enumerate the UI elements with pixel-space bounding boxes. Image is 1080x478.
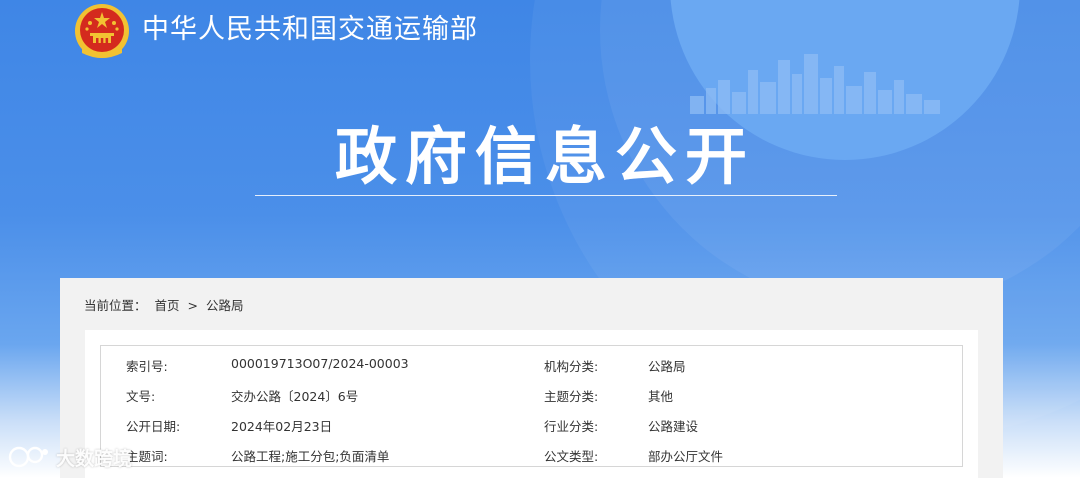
content-panel: 当前位置： 首页 > 公路局 索引号: 000019713O07/2024-00… — [60, 278, 1003, 478]
metadata-label: 机构分类: — [544, 359, 599, 374]
breadcrumb-current-link[interactable]: 公路局 — [206, 298, 244, 313]
metadata-row: 主题词: 公路工程;施工分包;负面清单 公文类型: 部办公厅文件 — [101, 442, 962, 466]
breadcrumb: 当前位置： 首页 > 公路局 — [84, 295, 247, 314]
metadata-value: 000019713O07/2024-00003 — [231, 356, 409, 371]
breadcrumb-label: 当前位置： — [84, 298, 147, 313]
ministry-name: 中华人民共和国交通运输部 — [142, 14, 478, 45]
chat-bubble-icon — [8, 446, 48, 468]
metadata-row: 文号: 交办公路〔2024〕6号 主题分类: 其他 — [101, 382, 962, 406]
watermark: 大数跨境 — [8, 441, 132, 473]
metadata-value: 公路建设 — [648, 419, 699, 434]
metadata-value: 其他 — [648, 389, 674, 404]
metadata-value: 2024年02月23日 — [231, 419, 333, 434]
watermark-text: 大数跨境 — [56, 447, 133, 470]
metadata-label: 主题词: — [126, 449, 168, 464]
metadata-row: 索引号: 000019713O07/2024-00003 机构分类: 公路局 — [101, 352, 962, 376]
title-divider — [255, 195, 837, 196]
breadcrumb-separator: > — [187, 298, 198, 313]
metadata-label: 公文类型: — [544, 449, 599, 464]
metadata-value: 交办公路〔2024〕6号 — [231, 389, 359, 404]
metadata-value: 公路工程;施工分包;负面清单 — [231, 449, 390, 464]
metadata-table: 索引号: 000019713O07/2024-00003 机构分类: 公路局 文… — [100, 345, 963, 467]
metadata-label: 公开日期: — [126, 419, 181, 434]
metadata-label: 主题分类: — [544, 389, 599, 404]
metadata-label: 行业分类: — [544, 419, 599, 434]
document-card: 索引号: 000019713O07/2024-00003 机构分类: 公路局 文… — [85, 330, 978, 478]
metadata-row: 公开日期: 2024年02月23日 行业分类: 公路建设 — [101, 412, 962, 436]
metadata-value: 部办公厅文件 — [648, 449, 724, 464]
national-emblem-icon — [75, 4, 129, 58]
page-title: 政府信息公开 — [334, 120, 755, 193]
metadata-value: 公路局 — [648, 359, 686, 374]
breadcrumb-home-link[interactable]: 首页 — [155, 298, 180, 313]
metadata-label: 索引号: — [126, 359, 168, 374]
city-skyline-graphic — [690, 54, 940, 114]
metadata-label: 文号: — [126, 389, 156, 404]
